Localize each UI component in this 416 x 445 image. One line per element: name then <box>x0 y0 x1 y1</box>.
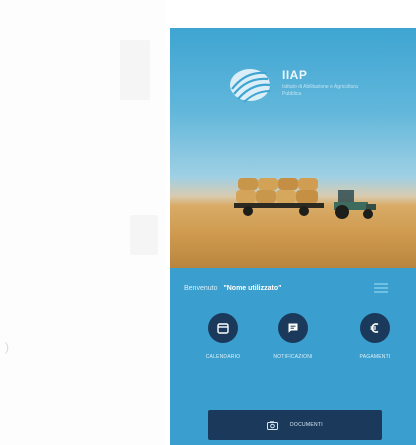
logo-subtitle: Istituto di Abilitazione e Agricoltura P… <box>282 84 358 97</box>
payments-label: PAGAMENTI <box>359 354 391 360</box>
documents-button[interactable]: DOCUMENTI <box>208 410 382 440</box>
calendar-button[interactable]: CALENDARIO <box>188 313 258 360</box>
faint-background-mark: ) <box>5 340 9 354</box>
user-name: "Nome utilizzato" <box>223 285 282 292</box>
camera-icon <box>267 420 278 430</box>
payments-button[interactable]: PAGAMENTI <box>340 313 410 360</box>
hero-image: IIAP Istituto di Abilitazione e Agricolt… <box>170 28 416 268</box>
documents-label: DOCUMENTI <box>290 422 323 428</box>
tractor-illustration <box>334 190 376 219</box>
notifications-label: NOTIFICAZIONI <box>273 354 313 360</box>
logo-text: IIAP Istituto di Abilitazione e Agricolt… <box>282 68 372 98</box>
hay-bales-illustration <box>234 178 324 216</box>
logo-title: IIAP <box>282 68 308 82</box>
calendar-label: CALENDARIO <box>205 354 241 360</box>
message-icon <box>278 313 308 343</box>
calendar-icon <box>208 313 238 343</box>
faint-background-shape <box>120 40 150 100</box>
welcome-label: Benvenuto <box>184 285 218 292</box>
notifications-button[interactable]: NOTIFICAZIONI <box>258 313 328 360</box>
list-icon[interactable] <box>374 281 388 293</box>
app-screen: IIAP Istituto di Abilitazione e Agricolt… <box>170 28 416 445</box>
euro-icon <box>360 313 390 343</box>
welcome-text: Benvenuto "Nome utilizzato" <box>184 285 364 292</box>
app-logo-icon <box>230 69 271 103</box>
faint-background-shape <box>130 215 158 255</box>
